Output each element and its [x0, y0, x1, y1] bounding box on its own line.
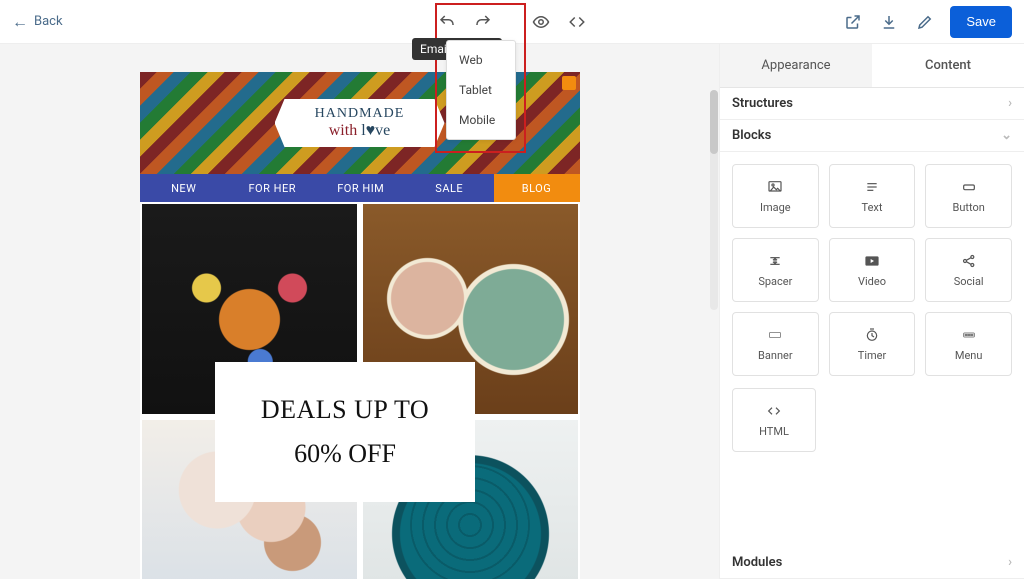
- section-structures-label: Structures: [732, 96, 793, 111]
- email-canvas[interactable]: HANDMADE with l♥ve NEW FOR HER FOR HIM S…: [140, 72, 580, 579]
- html-icon: [765, 403, 783, 419]
- deal-callout[interactable]: DEALS UP TO 60% OFF: [215, 362, 475, 502]
- top-toolbar: ← Back Save: [0, 0, 1024, 44]
- block-social[interactable]: Social: [925, 238, 1012, 302]
- chevron-right-icon: ›: [1008, 96, 1012, 111]
- chevron-right-icon: ›: [1008, 555, 1012, 570]
- email-navbar[interactable]: NEW FOR HER FOR HIM SALE BLOG: [140, 174, 580, 202]
- brand-line2: with l♥ve: [329, 122, 391, 140]
- preview-dropdown: Web Tablet Mobile: [446, 40, 516, 140]
- preview-option-tablet[interactable]: Tablet: [447, 75, 515, 105]
- spacer-icon: [766, 253, 784, 269]
- brand-badge: HANDMADE with l♥ve: [275, 99, 445, 147]
- block-button[interactable]: Button: [925, 164, 1012, 228]
- preview-option-mobile[interactable]: Mobile: [447, 105, 515, 135]
- video-icon: [863, 253, 881, 269]
- right-panel: Appearance Content Structures › Blocks ⌄…: [719, 44, 1024, 579]
- right-tool-group: Save: [842, 6, 1012, 38]
- deal-line2: 60% OFF: [294, 439, 396, 469]
- redo-button[interactable]: [472, 11, 494, 33]
- social-icon: [960, 253, 978, 269]
- tab-appearance[interactable]: Appearance: [720, 44, 872, 88]
- canvas-scroll-thumb[interactable]: [710, 90, 718, 154]
- block-image[interactable]: Image: [732, 164, 819, 228]
- section-modules-label: Modules: [732, 555, 782, 570]
- nav-new[interactable]: NEW: [140, 182, 229, 195]
- tab-content[interactable]: Content: [872, 44, 1024, 88]
- canvas-scrollbar[interactable]: [710, 90, 718, 310]
- code-view-button[interactable]: [566, 11, 588, 33]
- back-button[interactable]: ← Back: [12, 12, 63, 32]
- canvas-area: HANDMADE with l♥ve NEW FOR HER FOR HIM S…: [0, 44, 719, 579]
- block-menu[interactable]: Menu: [925, 312, 1012, 376]
- brand-line1: HANDMADE: [315, 106, 405, 122]
- chevron-down-icon: ⌄: [1001, 128, 1012, 143]
- blocks-grid-row2: HTML: [720, 388, 1024, 464]
- nav-for-him[interactable]: FOR HIM: [317, 182, 406, 195]
- undo-button[interactable]: [436, 11, 458, 33]
- blocks-grid: Image Text Button Spacer Video Social: [720, 152, 1024, 388]
- menu-icon: [960, 327, 978, 343]
- section-structures[interactable]: Structures ›: [720, 88, 1024, 120]
- text-icon: [863, 179, 881, 195]
- block-edit-handle-icon[interactable]: [562, 76, 576, 90]
- preview-option-web[interactable]: Web: [447, 45, 515, 75]
- preview-button[interactable]: [530, 11, 552, 33]
- panel-tabs: Appearance Content: [720, 44, 1024, 88]
- block-text[interactable]: Text: [829, 164, 916, 228]
- block-spacer[interactable]: Spacer: [732, 238, 819, 302]
- block-video[interactable]: Video: [829, 238, 916, 302]
- image-icon: [766, 179, 784, 195]
- edit-pencil-button[interactable]: [914, 11, 936, 33]
- deal-line1: DEALS UP TO: [261, 395, 429, 425]
- block-timer[interactable]: Timer: [829, 312, 916, 376]
- back-label: Back: [34, 14, 63, 29]
- arrow-left-icon: ←: [12, 12, 28, 32]
- download-button[interactable]: [878, 11, 900, 33]
- section-modules[interactable]: Modules ›: [720, 547, 1024, 579]
- center-tool-group: [436, 0, 588, 43]
- open-external-button[interactable]: [842, 11, 864, 33]
- button-icon: [960, 179, 978, 195]
- banner-icon: [766, 327, 784, 343]
- nav-for-her[interactable]: FOR HER: [228, 182, 317, 195]
- section-blocks-label: Blocks: [732, 128, 771, 143]
- save-button[interactable]: Save: [950, 6, 1012, 38]
- nav-sale[interactable]: SALE: [405, 182, 494, 195]
- section-blocks[interactable]: Blocks ⌄: [720, 120, 1024, 152]
- block-html[interactable]: HTML: [732, 388, 816, 452]
- timer-icon: [863, 327, 881, 343]
- nav-blog[interactable]: BLOG: [494, 174, 580, 202]
- block-banner[interactable]: Banner: [732, 312, 819, 376]
